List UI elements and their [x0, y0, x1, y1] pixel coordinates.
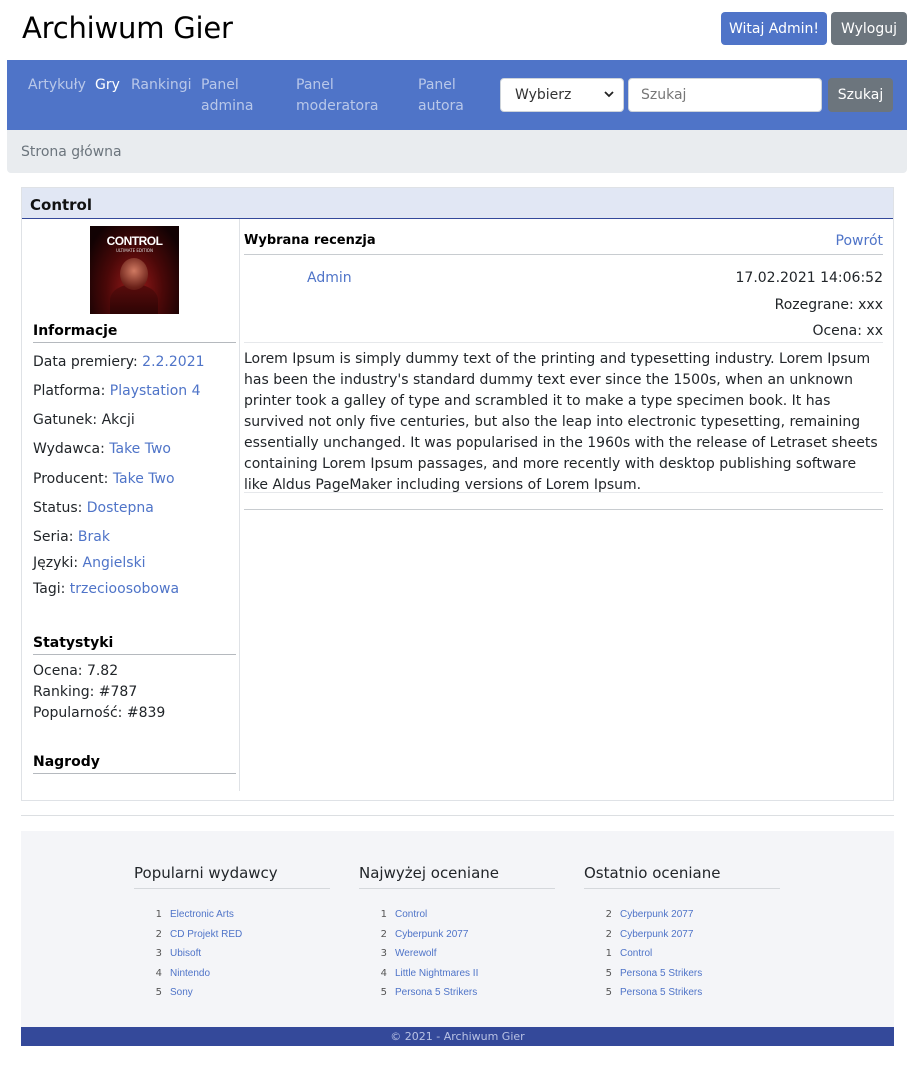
site-title[interactable]: Archiwum Gier	[22, 11, 233, 45]
list-item[interactable]: 4 Nintendo	[134, 964, 330, 984]
info-publisher: Wydawca: Take Two	[33, 441, 171, 457]
footer-top-rated: Najwyżej oceniane 1 Control 2 Cyberpunk 20…	[359, 864, 555, 1003]
nav-link-panel-moderatora[interactable]: Panel moderatora	[296, 75, 396, 117]
copyright: © 2021 - Archiwum Gier	[21, 1027, 894, 1046]
divider	[244, 342, 883, 343]
tags-link[interactable]: trzecioosobowa	[70, 581, 179, 597]
game-cover-image: CONTROL ULTIMATE EDITION	[90, 226, 179, 314]
search-input[interactable]	[628, 78, 822, 112]
footer-column-title: Popularni wydawcy	[134, 864, 330, 889]
logout-button[interactable]: Wyloguj	[831, 12, 907, 45]
stat-ranking: Ranking: #787	[33, 684, 138, 700]
list-item[interactable]: 4 Little Nightmares II	[359, 964, 555, 984]
info-producer: Producent: Take Two	[33, 471, 175, 487]
publisher-link[interactable]: Take Two	[109, 441, 171, 457]
list-item[interactable]: 2 Cyberpunk 2077	[359, 925, 555, 945]
info-release-date: Data premiery: 2.2.2021	[33, 354, 205, 370]
info-status: Status: Dostepna	[33, 500, 154, 516]
chevron-down-icon	[603, 88, 615, 103]
series-link[interactable]: Brak	[78, 529, 110, 545]
review-rating: Ocena: xx	[812, 323, 883, 339]
footer-popular-publishers: Popularni wydawcy 1 Electronic Arts 2 CD P…	[134, 864, 330, 1003]
awards-heading: Nagrody	[33, 754, 236, 774]
nav-link-gry[interactable]: Gry	[95, 75, 120, 96]
category-select[interactable]: Wybierz	[500, 78, 624, 112]
cover-subtitle-text: ULTIMATE EDITION	[116, 248, 153, 253]
info-tags: Tagi: trzecioosobowa	[33, 581, 180, 597]
stats-heading: Statystyki	[33, 635, 236, 655]
footer: Popularni wydawcy 1 Electronic Arts 2 CD P…	[21, 831, 894, 1027]
game-card: Control CONTROL ULTIMATE EDITION Informa…	[21, 187, 894, 801]
review-body: Lorem Ipsum is simply dummy text of the …	[244, 351, 878, 493]
stat-rating: Ocena: 7.82	[33, 663, 119, 679]
review-played: Rozegrane: xxx	[774, 297, 883, 313]
review-heading: Wybrana recenzja	[244, 233, 376, 248]
producer-link[interactable]: Take Two	[113, 471, 175, 487]
list-item[interactable]: 1 Electronic Arts	[134, 905, 330, 925]
review-author-link[interactable]: Admin	[307, 270, 352, 286]
release-date-link[interactable]: 2.2.2021	[142, 354, 204, 370]
info-languages: Języki: Angielski	[33, 555, 146, 571]
list-item[interactable]: 5 Persona 5 Strikers	[584, 964, 780, 984]
info-platform: Platforma: Playstation 4	[33, 383, 201, 399]
nav-link-panel-autora[interactable]: Panel autora	[418, 75, 488, 117]
list-item[interactable]: 5 Persona 5 Strikers	[584, 983, 780, 1003]
list-item[interactable]: 5 Sony	[134, 983, 330, 1003]
info-series: Seria: Brak	[33, 529, 110, 545]
divider	[244, 509, 883, 510]
footer-column-title: Ostatnio oceniane	[584, 864, 780, 889]
list-item[interactable]: 3 Ubisoft	[134, 944, 330, 964]
divider	[244, 254, 883, 255]
navbar: Artykuły Gry Rankingi Panel admina Panel…	[7, 60, 907, 130]
list-item[interactable]: 2 Cyberpunk 2077	[584, 925, 780, 945]
genre-value: Akcji	[101, 412, 135, 428]
cover-logo-text: CONTROL	[106, 234, 163, 248]
stat-popularity: Popularność: #839	[33, 705, 166, 721]
list-item[interactable]: 2 CD Projekt RED	[134, 925, 330, 945]
languages-link[interactable]: Angielski	[83, 555, 146, 571]
list-item[interactable]: 5 Persona 5 Strikers	[359, 983, 555, 1003]
list-item[interactable]: 2 Cyberpunk 2077	[584, 905, 780, 925]
back-link[interactable]: Powrót	[836, 233, 883, 249]
breadcrumb: Strona główna	[7, 130, 907, 173]
game-title: Control	[22, 188, 893, 219]
footer-recently-rated: Ostatnio oceniane 2 Cyberpunk 2077 2 Cyber…	[584, 864, 780, 1003]
category-select-value: Wybierz	[515, 87, 572, 103]
nav-link-artykuly[interactable]: Artykuły	[28, 75, 86, 96]
divider	[21, 815, 894, 816]
welcome-button[interactable]: Witaj Admin!	[721, 12, 827, 45]
list-item[interactable]: 3 Werewolf	[359, 944, 555, 964]
platform-link[interactable]: Playstation 4	[110, 383, 201, 399]
breadcrumb-home[interactable]: Strona główna	[21, 144, 122, 160]
nav-link-panel-admina[interactable]: Panel admina	[201, 75, 271, 117]
nav-link-rankingi[interactable]: Rankingi	[131, 75, 192, 96]
search-button[interactable]: Szukaj	[828, 78, 893, 112]
info-genre: Gatunek: Akcji	[33, 412, 135, 428]
divider	[244, 492, 883, 493]
review-date: 17.02.2021 14:06:52	[735, 270, 884, 286]
game-info-panel: CONTROL ULTIMATE EDITION Informacje Data…	[22, 219, 240, 791]
info-heading: Informacje	[33, 323, 236, 343]
status-link[interactable]: Dostepna	[87, 500, 154, 516]
footer-column-title: Najwyżej oceniane	[359, 864, 555, 889]
list-item[interactable]: 1 Control	[584, 944, 780, 964]
list-item[interactable]: 1 Control	[359, 905, 555, 925]
